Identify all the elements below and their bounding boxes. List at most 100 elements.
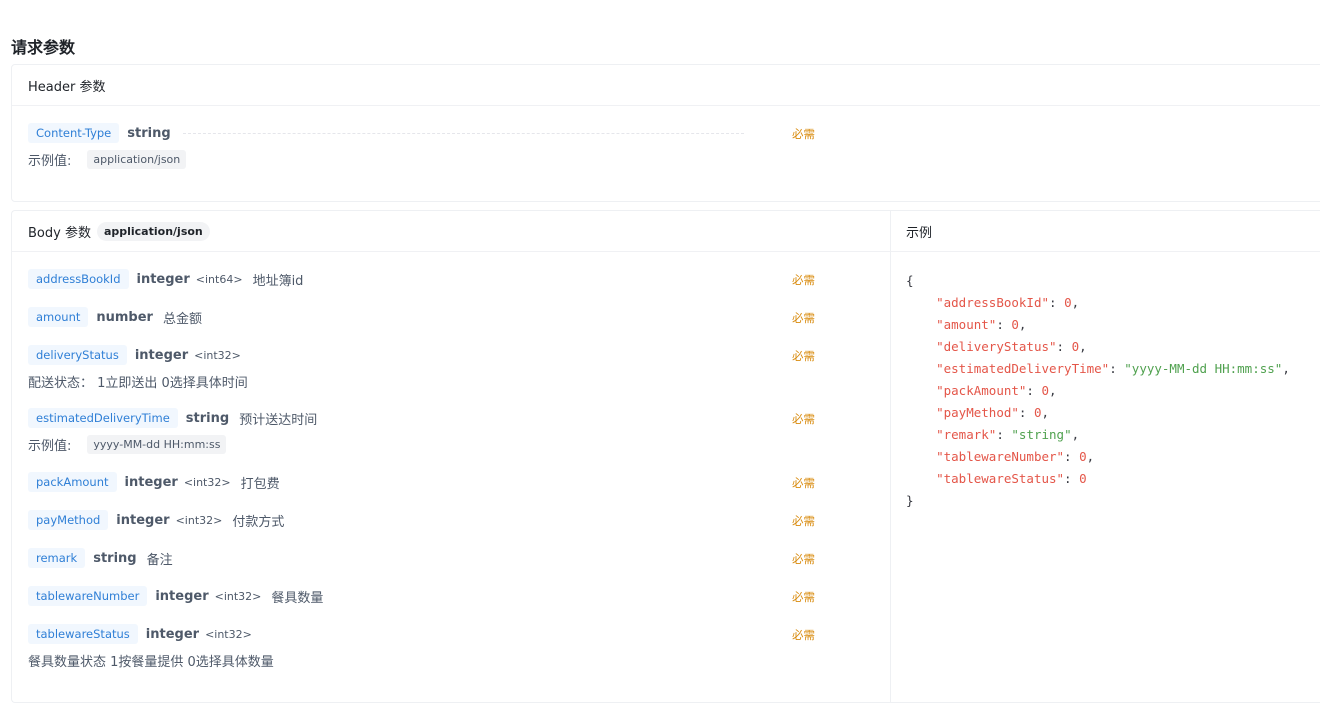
json-line: "amount": 0, — [936, 317, 1027, 332]
body-param-tablewareStatus: tablewareStatus integer <int32> 必需 餐具数量状… — [28, 623, 818, 671]
json-value: 0 — [1064, 295, 1072, 310]
json-line: "tablewareNumber": 0, — [936, 449, 1095, 464]
json-line: "estimatedDeliveryTime": "yyyy-MM-dd HH:… — [936, 361, 1290, 376]
param-format: <int32> — [183, 475, 231, 489]
required-badge: 必需 — [792, 628, 815, 642]
param-name[interactable]: packAmount — [28, 472, 117, 492]
json-line: "deliveryStatus": 0, — [936, 339, 1087, 354]
body-param-payMethod: payMethod integer <int32> 付款方式 必需 — [28, 509, 818, 531]
header-params-title: Header 参数 — [12, 65, 1320, 106]
body-params-title: Body 参数 application/json — [12, 211, 891, 252]
json-value: 0 — [1041, 383, 1050, 398]
param-name[interactable]: amount — [28, 307, 89, 327]
json-close-brace: } — [906, 493, 914, 508]
param-format: <int64> — [195, 272, 243, 286]
json-key: "tablewareStatus" — [936, 471, 1065, 486]
required-badge: 必需 — [792, 476, 815, 490]
param-name[interactable]: addressBookId — [28, 269, 129, 289]
param-type: integer — [136, 271, 190, 287]
param-type: string — [127, 125, 171, 141]
required-badge: 必需 — [792, 552, 815, 566]
param-desc: 备注 — [146, 552, 173, 568]
param-desc: 总金额 — [162, 311, 202, 327]
example-value: application/json — [87, 149, 187, 169]
json-key: "deliveryStatus" — [936, 339, 1057, 354]
json-value: 0 — [1079, 449, 1087, 464]
example-label: 示例值: — [28, 438, 72, 454]
param-type: integer — [124, 474, 178, 490]
param-desc: 配送状态： 1立即送出 0选择具体时间 — [28, 375, 248, 391]
example-value: yyyy-MM-dd HH:mm:ss — [87, 434, 227, 454]
body-param-remark: remark string 备注 必需 — [28, 547, 818, 569]
param-type: string — [185, 410, 230, 426]
param-desc: 打包费 — [240, 476, 280, 492]
json-key: "estimatedDeliveryTime" — [936, 361, 1110, 376]
header-params-title-text: Header 参数 — [28, 79, 106, 95]
body-param-packAmount: packAmount integer <int32> 打包费 必需 — [28, 471, 818, 493]
param-name[interactable]: payMethod — [28, 510, 109, 530]
required-badge: 必需 — [792, 514, 815, 528]
required-badge: 必需 — [792, 273, 815, 287]
param-name[interactable]: tablewareStatus — [28, 624, 138, 644]
json-key: "packAmount" — [936, 383, 1027, 398]
json-key: "payMethod" — [936, 405, 1019, 420]
param-format: <int32> — [175, 513, 223, 527]
json-value: 0 — [1071, 339, 1080, 354]
example-card: 示例 { "addressBookId": 0, "amount": 0, "d… — [890, 210, 1320, 703]
json-value: 0 — [1079, 471, 1087, 486]
param-type: integer — [145, 626, 200, 642]
example-label: 示例值: — [28, 153, 72, 169]
param-name[interactable]: remark — [28, 548, 86, 568]
json-lines: "addressBookId": 0, "amount": 0, "delive… — [906, 292, 1290, 490]
param-name[interactable]: estimatedDeliveryTime — [28, 408, 178, 428]
param-type: string — [93, 550, 137, 566]
param-format: <int32> — [194, 348, 241, 362]
json-value: "yyyy-MM-dd HH:mm:ss" — [1124, 361, 1283, 376]
dashed-divider — [182, 132, 744, 134]
param-name[interactable]: deliveryStatus — [28, 345, 127, 365]
section-title: 请求参数 — [11, 38, 76, 57]
param-desc: 付款方式 — [232, 514, 285, 530]
json-key: "tablewareNumber" — [936, 449, 1065, 464]
param-desc: 餐具数量状态 1按餐量提供 0选择具体数量 — [28, 654, 274, 670]
example-title-text: 示例 — [906, 225, 933, 241]
json-open-brace: { — [906, 273, 914, 288]
json-example-code[interactable]: { "addressBookId": 0, "amount": 0, "deli… — [906, 270, 1290, 512]
json-line: "payMethod": 0, — [936, 405, 1050, 420]
param-type: integer — [155, 588, 209, 604]
body-params-title-text: Body 参数 — [28, 225, 91, 241]
param-desc: 餐具数量 — [271, 590, 324, 606]
content-type-badge: application/json — [96, 221, 210, 241]
json-key: "remark" — [936, 427, 997, 442]
param-format: <int32> — [214, 589, 262, 603]
json-line: "packAmount": 0, — [936, 383, 1057, 398]
json-line: "remark": "string", — [936, 427, 1080, 442]
json-key: "addressBookId" — [936, 295, 1049, 310]
body-param-amount: amount number 总金额 必需 — [28, 306, 818, 328]
param-name[interactable]: tablewareNumber — [28, 586, 148, 606]
param-desc: 预计送达时间 — [239, 412, 318, 428]
required-badge: 必需 — [792, 412, 815, 426]
example-title: 示例 — [891, 211, 1320, 252]
header-param-content-type: Content-Type string 必需 示例值: application/… — [28, 122, 818, 170]
param-format: <int32> — [205, 627, 252, 641]
param-type: integer — [134, 347, 189, 363]
json-value: "string" — [1011, 427, 1072, 442]
body-param-deliveryStatus: deliveryStatus integer <int32> 必需 配送状态： … — [28, 344, 818, 392]
header-params-card: Header 参数 Content-Type string 必需 示例值: ap… — [11, 64, 1320, 202]
json-value: 0 — [1011, 317, 1019, 332]
json-line: "tablewareStatus": 0 — [936, 471, 1087, 486]
required-badge: 必需 — [792, 127, 815, 141]
param-name[interactable]: Content-Type — [28, 123, 120, 143]
param-type: number — [96, 309, 153, 325]
body-param-estimatedDeliveryTime: estimatedDeliveryTime string 预计送达时间 必需 示… — [28, 407, 818, 455]
json-value: 0 — [1033, 405, 1042, 420]
param-desc: 地址簿id — [252, 273, 304, 289]
body-param-addressBookId: addressBookId integer <int64> 地址簿id 必需 — [28, 268, 818, 290]
body-param-tablewareNumber: tablewareNumber integer <int32> 餐具数量 必需 — [28, 585, 818, 607]
param-type: integer — [116, 512, 170, 528]
json-key: "amount" — [936, 317, 997, 332]
json-line: "addressBookId": 0, — [936, 295, 1080, 310]
required-badge: 必需 — [792, 349, 815, 363]
body-params-card: Body 参数 application/json addressBookId i… — [11, 210, 891, 703]
